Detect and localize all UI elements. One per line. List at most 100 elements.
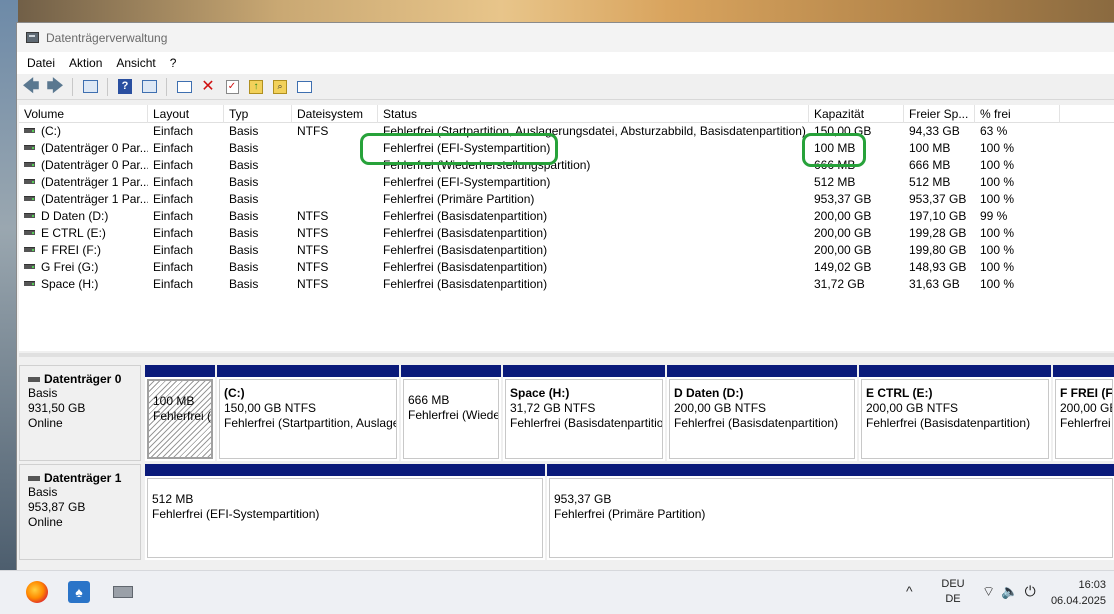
partition-block[interactable]: 512 MB Fehlerfrei (EFI-Systempartition) [145, 464, 545, 560]
volume-icon [24, 128, 35, 134]
menu-datei[interactable]: Datei [21, 56, 61, 70]
volume-icon [24, 247, 35, 253]
title-bar[interactable]: Datenträgerverwaltung [17, 23, 1114, 52]
column-header-freier-speicher[interactable]: Freier Sp... [904, 105, 975, 123]
column-header-status[interactable]: Status [378, 105, 809, 123]
table-row[interactable]: Space (H:) Einfach Basis NTFS Fehlerfrei (Ba… [19, 276, 1114, 293]
cell-prozent-frei: 99 % [980, 209, 1008, 223]
partition-block[interactable]: 666 MBFehlerfrei (Wiederherstellungspart… [401, 365, 501, 461]
tray-chevron-icon[interactable]: ^ [906, 583, 913, 599]
firefox-icon[interactable] [24, 579, 50, 605]
cell-status: Fehlerfrei (Basisdatenpartition) [383, 226, 548, 240]
folder-search-icon[interactable]: ⌕ [270, 77, 290, 97]
pane-splitter[interactable] [19, 353, 1114, 357]
cell-typ: Basis [229, 243, 259, 257]
partition-size: 200,00 GB NTFS [674, 401, 767, 415]
volume-name: D Daten (D:) [41, 209, 109, 223]
list-view-icon[interactable] [294, 77, 314, 97]
help-icon[interactable]: ? [115, 77, 135, 97]
cell-typ: Basis [229, 158, 259, 172]
table-row[interactable]: (C:) Einfach Basis NTFS Fehlerfrei (Startpar… [19, 123, 1114, 140]
disk-management-window: Datenträgerverwaltung Datei Aktion Ansic… [16, 22, 1114, 570]
toolbar-separator [72, 77, 73, 96]
clock[interactable]: 16:03 06.04.2025 [1034, 577, 1106, 609]
cell-layout: Einfach [153, 124, 194, 138]
disk-graphic-view: Datenträger 0 Basis 931,50 GB Online 100… [19, 359, 1114, 569]
cell-freier-speicher: 197,10 GB [909, 209, 967, 223]
partition-size: 953,37 GB [554, 492, 612, 506]
disk-management-icon[interactable] [110, 579, 136, 605]
properties-icon[interactable] [139, 77, 159, 97]
table-row[interactable]: (Datenträger 1 Par... Einfach Basis Fehlerf… [19, 191, 1114, 208]
cell-volume: G Frei (G:) [19, 259, 148, 276]
cell-prozent-frei: 100 % [980, 226, 1015, 240]
solitaire-icon[interactable]: ♠ [66, 579, 92, 605]
partition-status: Fehlerfrei (Basisdatenpartition) [510, 416, 663, 430]
table-row[interactable]: E CTRL (E:) Einfach Basis NTFS Fehlerfrei (B… [19, 225, 1114, 242]
menu-help[interactable]: ? [164, 56, 183, 70]
partition-body: F FREI (F:)200,00 GB NTFSFehlerfrei (Bas… [1055, 379, 1113, 459]
cell-freier-speicher: 512 MB [909, 175, 951, 189]
partition-size: 666 MB [408, 393, 450, 407]
column-header-typ[interactable]: Typ [224, 105, 292, 123]
input-language[interactable]: DEU DE [938, 577, 968, 607]
cell-dateisystem: NTFS [297, 226, 329, 240]
tray-status-icons[interactable]: ⌔🔈⏻ [982, 583, 1042, 601]
cell-layout: Einfach [153, 158, 194, 172]
toolbar-separator [107, 77, 108, 96]
cell-typ: Basis [229, 175, 259, 189]
checklist-icon[interactable]: ✓ [222, 77, 242, 97]
partition-status: Fehlerfrei (EFI-Systempartition) [152, 507, 320, 521]
disk-state: Online [28, 416, 63, 430]
table-row[interactable]: G Frei (G:) Einfach Basis NTFS Fehlerfrei (B… [19, 259, 1114, 276]
back-arrow-icon[interactable]: 🡄 [21, 77, 41, 97]
partition-status: Fehlerfrei (Basisdatenpartition) [1060, 416, 1112, 430]
cell-status: Fehlerfrei (EFI-Systempartition) [383, 175, 551, 189]
column-header-dateisystem[interactable]: Dateisystem [292, 105, 378, 123]
partition-block[interactable]: F FREI (F:)200,00 GB NTFSFehlerfrei (Bas… [1053, 365, 1114, 461]
table-row[interactable]: (Datenträger 0 Par... Einfach Basis Fehlerf… [19, 140, 1114, 157]
table-row[interactable]: D Daten (D:) Einfach Basis NTFS Fehlerfrei (… [19, 208, 1114, 225]
partition-block[interactable]: E CTRL (E:) 200,00 GB NTFS Fehlerfrei (Bas… [859, 365, 1051, 461]
volume-icon [24, 179, 35, 185]
partition-size: 200,00 GB NTFS [866, 401, 959, 415]
disk-label[interactable]: Datenträger 1 Basis 953,87 GB Online [19, 464, 141, 560]
volume-name: (Datenträger 1 Par... [41, 192, 148, 206]
clock-time: 16:03 [1078, 579, 1106, 591]
partition-bar [667, 365, 857, 377]
table-row[interactable]: (Datenträger 0 Par... Einfach Basis Fehlerf… [19, 157, 1114, 174]
window-title: Datenträgerverwaltung [46, 30, 168, 45]
column-header-kapazitaet[interactable]: Kapazität [809, 105, 904, 123]
column-header-volume[interactable]: Volume [19, 105, 148, 123]
delete-icon[interactable]: ✕ [198, 77, 218, 97]
cell-dateisystem: NTFS [297, 209, 329, 223]
menu-ansicht[interactable]: Ansicht [110, 56, 161, 70]
column-header-prozent-frei[interactable]: % frei [975, 105, 1060, 123]
table-row[interactable]: (Datenträger 1 Par... Einfach Basis Fehlerf… [19, 174, 1114, 191]
menu-aktion[interactable]: Aktion [63, 56, 108, 70]
cell-freier-speicher: 31,63 GB [909, 277, 960, 291]
partition-block[interactable]: D Daten (D:) 200,00 GB NTFS Fehlerfrei (Ba… [667, 365, 857, 461]
cell-prozent-frei: 100 % [980, 192, 1015, 206]
folder-up-icon[interactable]: ↑ [246, 77, 266, 97]
disk-label[interactable]: Datenträger 0 Basis 931,50 GB Online [19, 365, 141, 461]
disk-state: Online [28, 515, 63, 529]
partition-block[interactable]: 953,37 GB Fehlerfrei (Primäre Partition) [547, 464, 1114, 560]
column-header-layout[interactable]: Layout [148, 105, 224, 123]
cell-freier-speicher: 100 MB [909, 141, 951, 155]
cell-typ: Basis [229, 141, 259, 155]
partition-size: 150,00 GB NTFS [224, 401, 317, 415]
keyboard-layout: DE [945, 593, 961, 605]
partition-block[interactable]: Space (H:) 31,72 GB NTFS Fehlerfrei (Basis… [503, 365, 665, 461]
partition-bar [1053, 365, 1114, 377]
cell-kapazitaet: 31,72 GB [814, 277, 865, 291]
console-tree-icon[interactable] [80, 77, 100, 97]
partition-block[interactable]: (C:) 150,00 GB NTFS Fehlerfrei (Startparti… [217, 365, 399, 461]
partition-block[interactable]: 100 MBFehlerfrei (EFI-Systempartition) [145, 365, 215, 461]
volume-icon [24, 281, 35, 287]
cell-prozent-frei: 100 % [980, 260, 1015, 274]
forward-arrow-icon[interactable]: 🡆 [45, 77, 65, 97]
cell-status: Fehlerfrei (Basisdatenpartition) [383, 277, 548, 291]
table-row[interactable]: F FREI (F:) Einfach Basis NTFS Fehlerfrei (B… [19, 242, 1114, 259]
connect-disk-icon[interactable] [174, 77, 194, 97]
